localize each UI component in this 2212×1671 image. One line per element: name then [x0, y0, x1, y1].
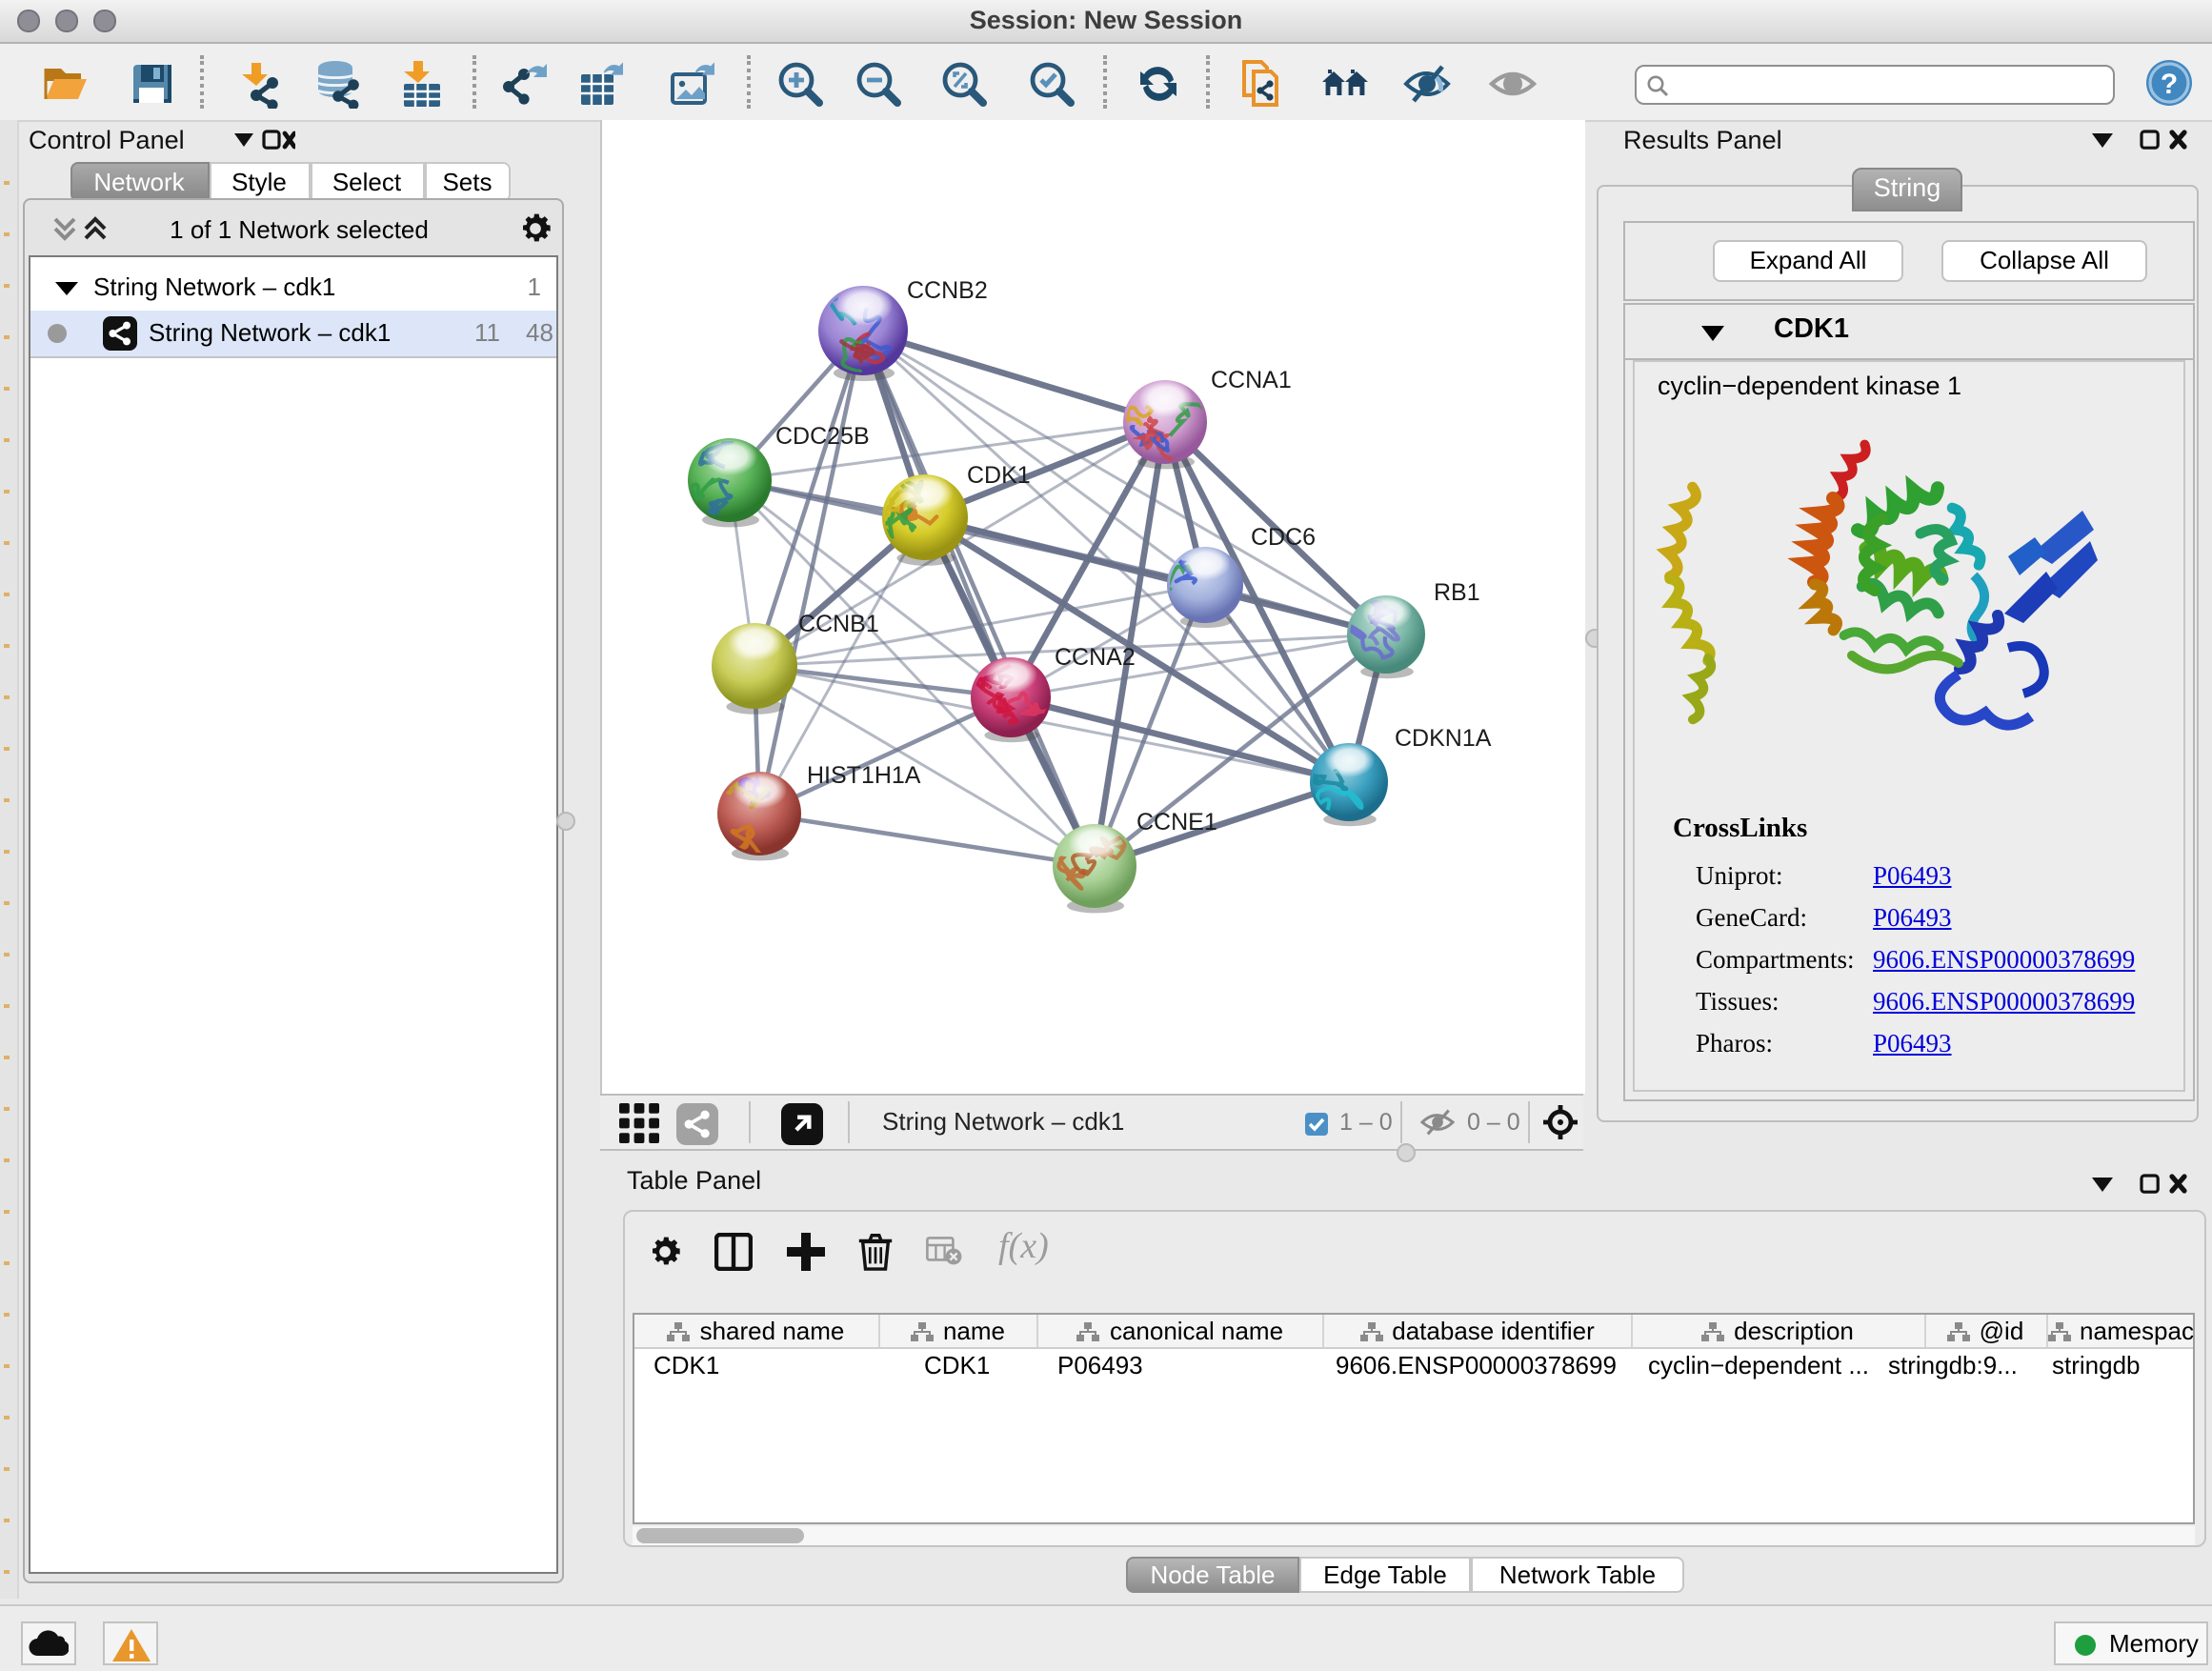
svg-text:CDC25B: CDC25B — [775, 423, 870, 450]
svg-text:?: ? — [2161, 69, 2178, 100]
svg-text:CDC6: CDC6 — [1251, 524, 1316, 551]
svg-text:CCNE1: CCNE1 — [1136, 809, 1217, 836]
svg-text:CCNB2: CCNB2 — [907, 277, 988, 304]
svg-text:CCNB1: CCNB1 — [798, 611, 879, 637]
svg-text:CDKN1A: CDKN1A — [1395, 725, 1492, 752]
svg-text:CCNA2: CCNA2 — [1055, 644, 1136, 671]
svg-text:RB1: RB1 — [1434, 579, 1480, 606]
svg-text:CCNA1: CCNA1 — [1211, 367, 1292, 393]
svg-text:HIST1H1A: HIST1H1A — [807, 762, 921, 789]
svg-text:CDK1: CDK1 — [967, 462, 1031, 489]
